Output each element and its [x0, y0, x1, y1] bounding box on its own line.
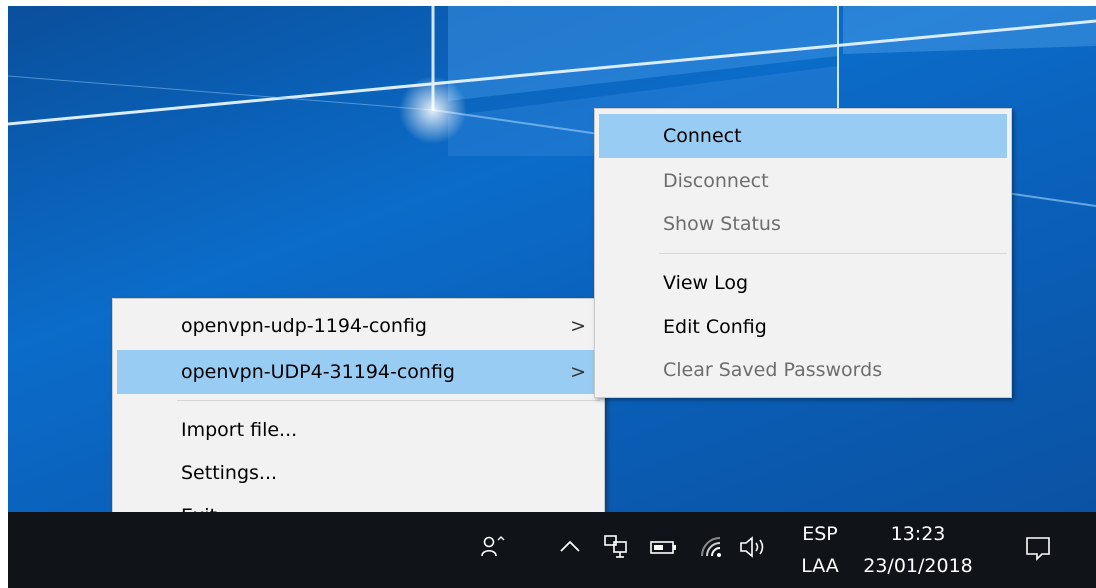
wifi-icon[interactable] [698, 534, 724, 560]
menu-item-connect[interactable]: Connect [599, 114, 1007, 158]
menu-item-label: Edit Config [663, 316, 767, 338]
taskbar: ESP LAA 13:23 23/01/2018 [8, 512, 1096, 588]
menu-separator [177, 400, 600, 401]
people-icon[interactable] [480, 534, 506, 560]
menu-item-disconnect[interactable]: Disconnect [599, 161, 1007, 201]
menu-item-show-status[interactable]: Show Status [599, 204, 1007, 244]
menu-item-import-file[interactable]: Import file... [117, 410, 600, 450]
config-context-menu: openvpn-udp-1194-config > openvpn-UDP4-3… [112, 298, 605, 545]
menu-item-label: Settings... [181, 462, 278, 484]
menu-item-openvpn-udp-1194-config[interactable]: openvpn-udp-1194-config > [117, 306, 600, 346]
language-indicator[interactable]: ESP LAA [800, 522, 840, 578]
menu-item-view-log[interactable]: View Log [599, 263, 1007, 303]
menu-item-label: Import file... [181, 419, 298, 441]
submenu-arrow-icon: > [570, 361, 586, 383]
clock-time: 13:23 [890, 523, 946, 545]
menu-item-clear-saved-passwords[interactable]: Clear Saved Passwords [599, 350, 1007, 390]
clock-date: 23/01/2018 [863, 555, 973, 577]
menu-item-label: openvpn-udp-1194-config [181, 315, 427, 337]
language-region: LAA [801, 555, 839, 577]
menu-item-label: openvpn-UDP4-31194-config [181, 361, 455, 383]
submenu-arrow-icon: > [570, 315, 586, 337]
chevron-up-icon[interactable] [558, 538, 582, 554]
menu-item-edit-config[interactable]: Edit Config [599, 307, 1007, 347]
menu-separator [659, 253, 1007, 254]
action-center-icon[interactable] [1024, 534, 1052, 562]
menu-item-settings[interactable]: Settings... [117, 453, 600, 493]
menu-item-label: Clear Saved Passwords [663, 359, 883, 381]
menu-item-label: Disconnect [663, 170, 769, 192]
volume-icon[interactable] [738, 534, 768, 560]
connection-submenu: Connect Disconnect Show Status View Log … [594, 108, 1012, 398]
language-code: ESP [802, 523, 838, 545]
menu-item-openvpn-udp4-31194-config[interactable]: openvpn-UDP4-31194-config > [117, 350, 600, 394]
network-icon[interactable] [602, 532, 630, 560]
clock[interactable]: 13:23 23/01/2018 [858, 522, 978, 578]
menu-item-label: Connect [663, 125, 742, 147]
menu-item-label: Show Status [663, 213, 781, 235]
menu-item-label: View Log [663, 272, 749, 294]
battery-icon[interactable] [650, 539, 678, 555]
